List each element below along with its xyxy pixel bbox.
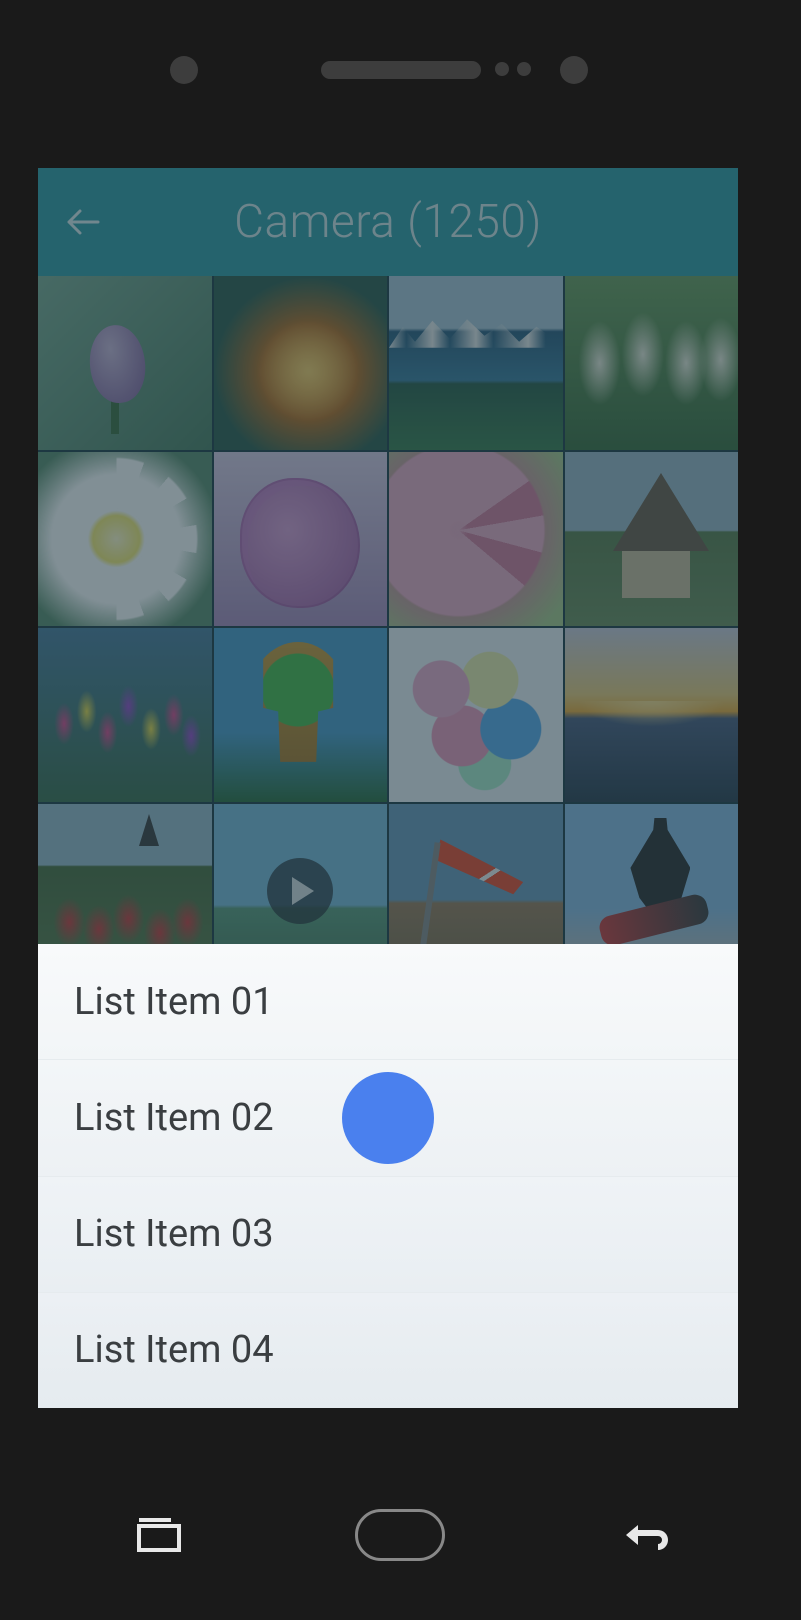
app-header: Camera (1250) (38, 168, 738, 276)
play-icon (267, 858, 333, 924)
arrow-left-icon (66, 208, 100, 236)
photo-thumbnail[interactable] (565, 628, 739, 802)
daisy-image (38, 452, 212, 626)
hot-air-balloon-image (214, 628, 388, 802)
photo-thumbnail[interactable] (38, 276, 212, 450)
sensor-dot (170, 56, 198, 84)
sheet-item-label: List Item 02 (74, 1096, 274, 1140)
photo-thumbnail[interactable] (214, 276, 388, 450)
mountain-lake-image (389, 276, 563, 450)
home-icon (355, 1509, 445, 1561)
camera-dot (560, 56, 588, 84)
system-navbar (38, 1500, 763, 1570)
sunset-sea-image (565, 628, 739, 802)
recent-apps-icon (137, 1518, 181, 1552)
device-hardware-top (0, 50, 801, 90)
speaker-grille (321, 61, 481, 79)
sheet-list-item[interactable]: List Item 04 (38, 1293, 738, 1408)
photo-grid (38, 276, 738, 978)
sheet-list-item[interactable]: List Item 02 (38, 1060, 738, 1176)
sheet-list-item[interactable]: List Item 03 (38, 1177, 738, 1293)
home-button[interactable] (355, 1510, 445, 1560)
sheet-item-label: List Item 04 (74, 1328, 274, 1372)
photo-thumbnail[interactable] (389, 276, 563, 450)
bottom-sheet: List Item 01 List Item 02 List Item 03 List… (38, 944, 738, 1408)
device-screen: Camera (1250) List Item 01List Item 02Li… (38, 168, 738, 1408)
sheet-item-label: List Item 03 (74, 1212, 274, 1256)
orchid-image (214, 452, 388, 626)
photo-thumbnail[interactable] (565, 452, 739, 626)
balloons-image (389, 628, 563, 802)
touch-indicator (342, 1072, 434, 1164)
white-tulips-image (565, 276, 739, 450)
sensor-small-dots (495, 62, 531, 76)
hut-roof-image (565, 452, 739, 626)
photo-thumbnail[interactable] (389, 628, 563, 802)
photo-thumbnail[interactable] (214, 628, 388, 802)
photo-thumbnail[interactable] (565, 276, 739, 450)
page-title: Camera (1250) (234, 195, 542, 249)
orange-flower-image (214, 276, 388, 450)
pink-flower-image (389, 452, 563, 626)
purple-tulip-image (38, 276, 212, 450)
photo-thumbnail[interactable] (38, 452, 212, 626)
photo-thumbnail[interactable] (214, 452, 388, 626)
photo-thumbnail[interactable] (38, 628, 212, 802)
back-icon (616, 1518, 668, 1552)
sheet-item-label: List Item 01 (74, 980, 274, 1024)
recent-apps-button[interactable] (114, 1510, 204, 1560)
photo-thumbnail[interactable] (389, 452, 563, 626)
sheet-list-item[interactable]: List Item 01 (38, 944, 738, 1060)
back-button[interactable] (58, 168, 108, 276)
tulip-field-image (38, 628, 212, 802)
system-back-button[interactable] (597, 1510, 687, 1560)
